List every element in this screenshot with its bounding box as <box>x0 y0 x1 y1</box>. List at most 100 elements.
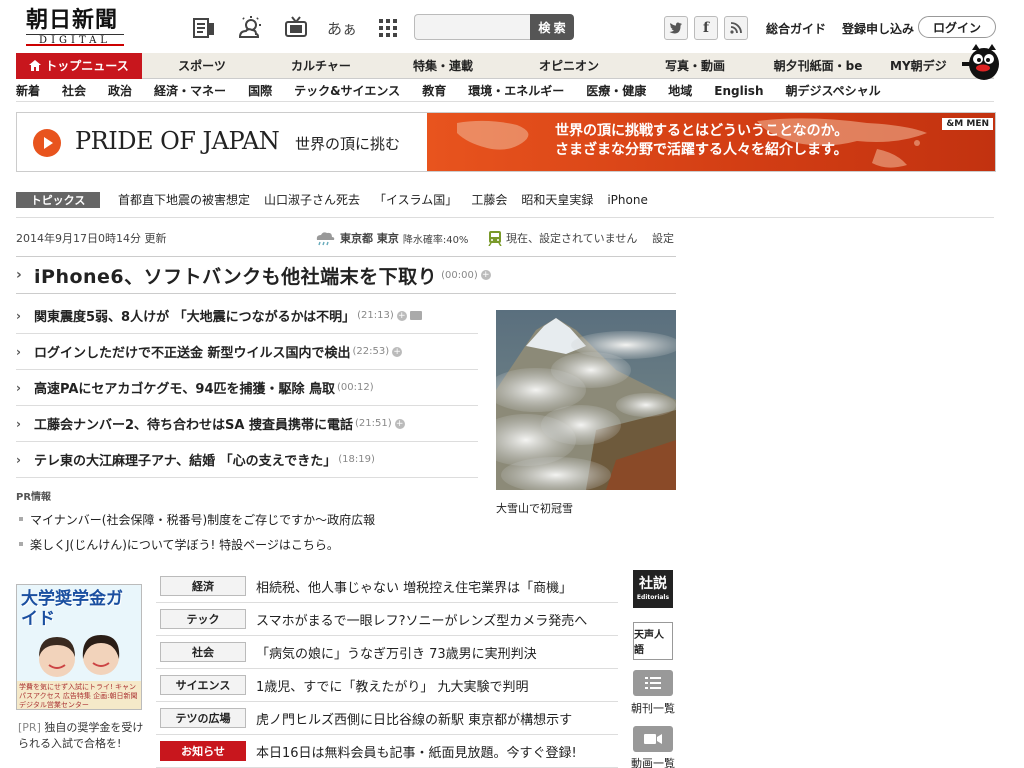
ad-caption[interactable]: [PR] 独自の奨学金を受けられる入試で合格を! <box>18 720 144 752</box>
subnav-item[interactable]: 地域 <box>668 82 692 99</box>
topic-link[interactable]: iPhone <box>607 193 648 207</box>
notice-tag[interactable]: お知らせ <box>160 741 246 761</box>
editorial-label: 社説 <box>639 576 667 592</box>
train-icon <box>488 231 502 246</box>
nav-opinion[interactable]: オピニオン <box>506 57 632 74</box>
settings-link[interactable]: 設定 <box>652 230 674 246</box>
font-size-label: あぁ <box>326 19 357 38</box>
subnav-item[interactable]: 新着 <box>16 82 40 99</box>
weather-icon[interactable] <box>232 14 268 42</box>
topic-link[interactable]: 首都直下地震の被害想定 <box>118 191 250 208</box>
pride-of-japan-banner[interactable]: PRIDE OF JAPAN 世界の頂に挑む 世界の頂に挑戦するとはどういうこと… <box>16 112 996 172</box>
category-tag[interactable]: 経済 <box>160 576 246 596</box>
weather-widget[interactable]: 東京都 東京 降水確率:40% <box>314 230 468 246</box>
category-tag[interactable]: テック <box>160 609 246 629</box>
video-camera-icon <box>409 311 422 320</box>
feature-photo[interactable] <box>496 310 676 490</box>
subnav-item[interactable]: 教育 <box>422 82 446 99</box>
nav-features[interactable]: 特集・連載 <box>380 57 506 74</box>
rss-icon[interactable] <box>724 16 748 40</box>
social-links: f <box>664 16 748 40</box>
news-item[interactable]: › 工藤会ナンバー2、待ち合わせはSA 捜査員携帯に電話 (21:51) + <box>16 406 478 442</box>
category-row[interactable]: 社会 「病気の娘に」うなぎ万引き 73歳男に実刑判決 <box>156 636 618 669</box>
font-size-icon[interactable]: あぁ <box>324 14 360 42</box>
banner-subtitle: 世界の頂に挑む <box>295 135 401 153</box>
nav-papers[interactable]: 朝夕刊紙面・be <box>758 57 878 74</box>
subnav-item[interactable]: 朝デジスペシャル <box>786 82 881 99</box>
search-input[interactable] <box>414 14 530 40</box>
scholarship-ad[interactable]: 大学奨学金ガイド 学費を気にせず入試にトライ! キャンパスアクセス 広告特集 企… <box>16 584 142 710</box>
top-headline[interactable]: › iPhone6、ソフトバンクも他社端末を下取り (00:00) + <box>16 256 676 294</box>
category-row[interactable]: サイエンス 1歳児、すでに「教えたがり」 九大実験で判明 <box>156 669 618 702</box>
subnav-item[interactable]: 政治 <box>108 82 132 99</box>
site-header: 朝日新聞 DIGITAL あぁ 検 索 f 総合ガイド 登録申し込み ログイン <box>0 0 1024 52</box>
twitter-icon[interactable] <box>664 16 688 40</box>
banner-text-line2: さまざまな分野で活躍する人々を紹介します。 <box>555 142 848 158</box>
editorial-sublabel: Editorials <box>636 594 670 601</box>
mascot-icon[interactable] <box>958 40 1004 82</box>
news-item[interactable]: › 関東震度5弱、8人けが 「大地震につながるかは不明」 (21:13) + <box>16 298 478 334</box>
home-icon <box>29 60 42 71</box>
morning-paper-list-button[interactable] <box>633 670 673 696</box>
subnav-item[interactable]: English <box>714 84 763 98</box>
pr-item[interactable]: 楽しくJ(じんけん)について学ぼう! 特設ページはこちら。 <box>16 536 476 553</box>
chevron-right-icon: › <box>16 380 21 395</box>
news-item[interactable]: › テレ東の大江麻理子アナ、結婚 「心の支えできた」 (18:19) <box>16 442 478 478</box>
facebook-icon[interactable]: f <box>694 16 718 40</box>
topic-link[interactable]: 昭和天皇実録 <box>521 191 593 208</box>
men-badge: &M MEN <box>942 118 993 130</box>
tv-icon[interactable] <box>278 14 314 42</box>
banner-title: PRIDE OF JAPAN <box>75 127 280 155</box>
news-title: 工藤会ナンバー2、待ち合わせはSA 捜査員携帯に電話 <box>34 418 353 433</box>
signup-link[interactable]: 登録申し込み <box>842 20 914 37</box>
subnav-item[interactable]: 環境・エネルギー <box>468 82 564 99</box>
subnav-item[interactable]: テック&サイエンス <box>294 82 400 99</box>
video-list-button[interactable] <box>633 726 673 752</box>
main-nav: トップニュース スポーツ カルチャー 特集・連載 オピニオン 写真・動画 朝夕刊… <box>16 52 994 79</box>
news-item[interactable]: › 高速PAにセアカゴケグモ、94匹を捕獲・駆除 鳥取 (00:12) <box>16 370 478 406</box>
video-list-label[interactable]: 動画一覧 <box>623 755 683 768</box>
photo-caption[interactable]: 大雪山で初冠雪 <box>496 500 573 516</box>
subnav-item[interactable]: 経済・マネー <box>154 82 226 99</box>
nav-top-news[interactable]: トップニュース <box>16 52 142 79</box>
news-reader-icon[interactable] <box>186 14 222 42</box>
grid-menu-icon[interactable] <box>370 14 406 42</box>
editorial-button[interactable]: 社説 Editorials <box>633 570 673 608</box>
subnav-item[interactable]: 国際 <box>248 82 272 99</box>
pr-item[interactable]: マイナンバー(社会保障・税番号)制度をご存じですか〜政府広報 <box>16 511 476 528</box>
category-tag[interactable]: 社会 <box>160 642 246 662</box>
nav-photo-video[interactable]: 写真・動画 <box>632 57 758 74</box>
subnav-item[interactable]: 社会 <box>62 82 86 99</box>
news-item[interactable]: › ログインしただけで不正送金 新型ウイルス国内で検出 (22:53) + <box>16 334 478 370</box>
category-row[interactable]: お知らせ 本日16日は無料会員も記事・紙面見放題。今すぐ登録! <box>156 735 618 768</box>
category-headline: 虎ノ門ヒルズ西側に日比谷線の新駅 東京都が構想示す <box>256 712 573 728</box>
logo-kanji: 朝日新聞 <box>26 7 119 33</box>
guide-link[interactable]: 総合ガイド <box>766 20 826 37</box>
plus-icon: + <box>392 346 403 357</box>
topic-link[interactable]: 山口淑子さん死去 <box>264 191 360 208</box>
train-widget[interactable]: 現在、設定されていません <box>488 230 637 246</box>
nav-culture[interactable]: カルチャー <box>262 57 380 74</box>
category-headline: スマホがまるで一眼レフ?ソニーがレンズ型カメラ発売へ <box>256 613 588 629</box>
nav-label: トップニュース <box>45 59 129 73</box>
login-button[interactable]: ログイン <box>918 16 996 38</box>
chevron-right-icon: › <box>16 308 21 323</box>
category-row[interactable]: 経済 相続税、他人事じゃない 増税控え住宅業界は「商機」 <box>156 570 618 603</box>
news-time: (00:12) <box>337 382 374 393</box>
site-logo[interactable]: 朝日新聞 DIGITAL <box>26 8 136 48</box>
category-row[interactable]: テツの広場 虎ノ門ヒルズ西側に日比谷線の新駅 東京都が構想示す <box>156 702 618 735</box>
headline-time: (00:00) <box>441 269 478 281</box>
tensei-jingo-button[interactable]: 天声人語 <box>633 622 673 660</box>
news-title: 関東震度5弱、8人けが 「大地震につながるかは不明」 <box>34 310 356 325</box>
topic-link[interactable]: 工藤会 <box>471 191 507 208</box>
nav-sports[interactable]: スポーツ <box>142 57 262 74</box>
search-button[interactable]: 検 索 <box>530 14 574 40</box>
category-tag[interactable]: サイエンス <box>160 675 246 695</box>
morning-paper-list-label[interactable]: 朝刊一覧 <box>623 700 683 716</box>
category-row[interactable]: テック スマホがまるで一眼レフ?ソニーがレンズ型カメラ発売へ <box>156 603 618 636</box>
chevron-right-icon: › <box>16 267 22 283</box>
subnav-item[interactable]: 医療・健康 <box>586 82 646 99</box>
site-search: 検 索 <box>414 14 574 40</box>
topic-link[interactable]: 「イスラム国」 <box>374 191 457 208</box>
category-tag[interactable]: テツの広場 <box>160 708 246 728</box>
